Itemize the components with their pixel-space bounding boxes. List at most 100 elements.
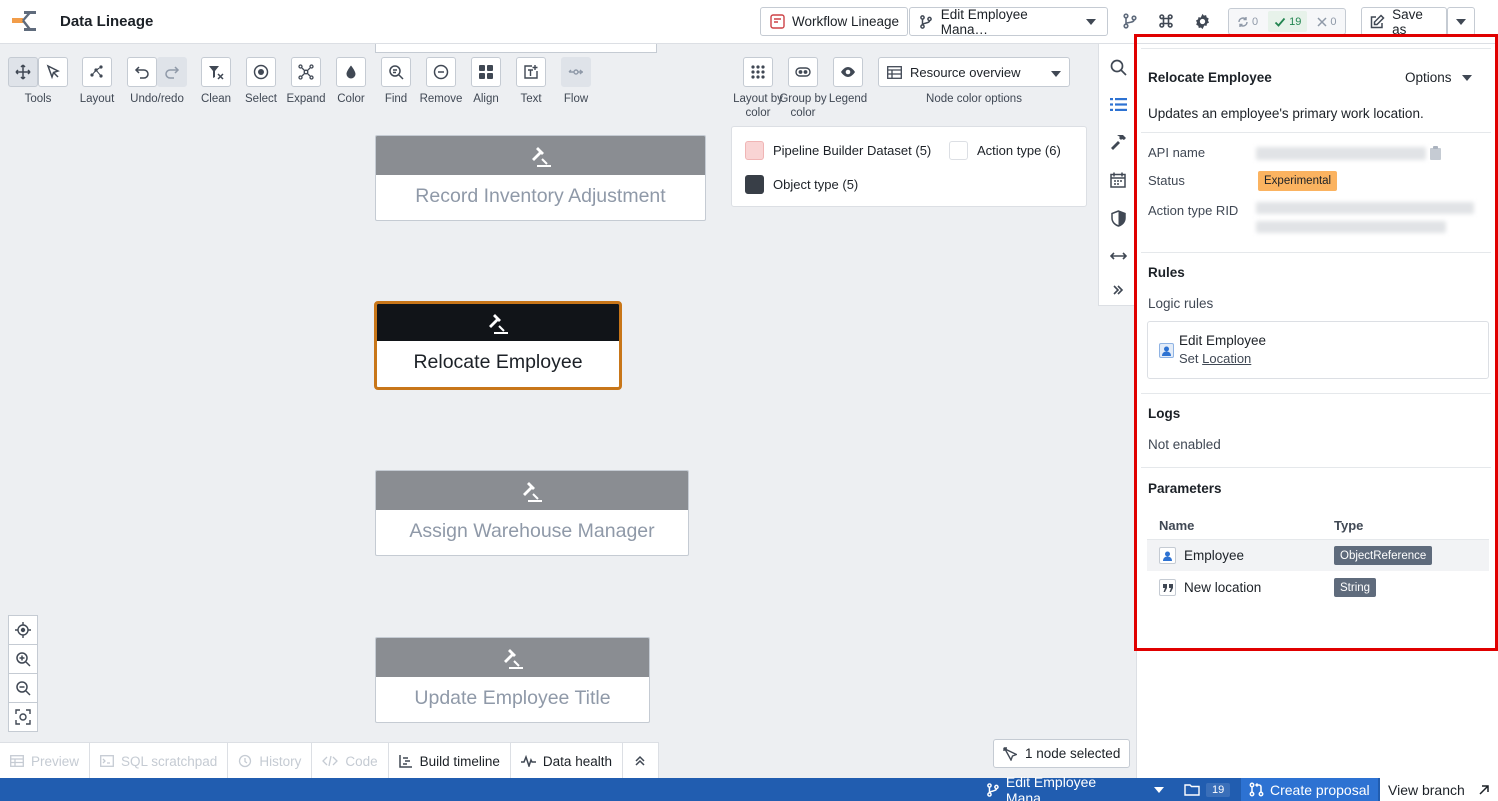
clean-button[interactable] (201, 57, 231, 87)
calendar-icon[interactable] (1107, 169, 1129, 191)
group-icon (795, 67, 811, 77)
rid-value-redacted (1256, 202, 1474, 214)
tab-history[interactable]: History (228, 743, 313, 779)
build-hammer-icon[interactable] (1107, 131, 1129, 153)
legend-item[interactable]: Action type (6) (949, 141, 1061, 160)
tab-data-health[interactable]: Data health (511, 743, 623, 779)
save-as-button[interactable]: Save as (1361, 7, 1447, 37)
panel-description: Updates an employee's primary work locat… (1148, 106, 1424, 121)
shield-icon[interactable] (1107, 207, 1129, 229)
arrows-horizontal-icon[interactable] (1107, 245, 1129, 267)
select-button[interactable] (246, 57, 276, 87)
checks-status-group[interactable]: 0 19 0 (1228, 8, 1346, 35)
select-tool-button[interactable] (38, 57, 68, 87)
layout-by-color-button[interactable] (743, 57, 773, 87)
zoom-in-icon (16, 652, 31, 667)
find-button[interactable] (381, 57, 411, 87)
divider (1141, 252, 1491, 253)
status-badge: Experimental (1258, 171, 1338, 191)
pulse-icon (520, 755, 536, 767)
tab-code[interactable]: Code (312, 743, 389, 779)
quote-string-icon (1159, 579, 1176, 596)
chevron-double-right-icon[interactable] (1107, 279, 1129, 301)
legend-item[interactable]: Object type (5) (745, 175, 858, 194)
expand-panel-button[interactable] (623, 743, 659, 779)
api-name-label: API name (1148, 145, 1206, 160)
color-button[interactable] (336, 57, 366, 87)
graph-node-relocate-employee[interactable]: Relocate Employee (374, 301, 622, 390)
find-label: Find (384, 93, 408, 105)
logic-rule-card[interactable]: Edit Employee Set Location (1147, 321, 1489, 379)
expand-label: Expand (286, 93, 326, 105)
legend-item[interactable]: Pipeline Builder Dataset (5) (745, 141, 931, 160)
resource-overview-select[interactable]: Resource overview (878, 57, 1070, 87)
caret-down-icon (1051, 65, 1061, 80)
git-branch-icon (918, 14, 934, 30)
pan-tool-button[interactable] (8, 57, 38, 87)
app-logo-icon[interactable] (10, 7, 38, 35)
expand-button[interactable] (291, 57, 321, 87)
footer-branch-select[interactable]: Edit Employee Mana… (978, 774, 1172, 801)
tab-preview[interactable]: Preview (0, 743, 91, 779)
table-row[interactable]: Employee ObjectReference (1147, 540, 1489, 571)
caret-down-icon (1083, 14, 1099, 30)
failed-status: 0 (1311, 11, 1342, 32)
table-row[interactable]: New location String (1147, 572, 1489, 603)
caret-down-icon (1154, 786, 1164, 793)
clean-label: Clean (200, 93, 232, 105)
legend-button[interactable] (833, 57, 863, 87)
console-icon (100, 755, 114, 767)
graph-node-assign-warehouse-manager[interactable]: Assign Warehouse Manager (375, 470, 689, 556)
node-header (376, 638, 649, 677)
tab-sql-scratchpad[interactable]: SQL scratchpad (90, 743, 229, 779)
save-options-dropdown[interactable] (1447, 7, 1475, 36)
recenter-button[interactable] (8, 615, 38, 645)
property-link[interactable]: Location (1202, 351, 1251, 366)
flow-button[interactable] (561, 57, 591, 87)
details-panel: Relocate Employee Options Updates an emp… (1136, 44, 1498, 778)
layout-button[interactable] (82, 57, 112, 87)
align-button[interactable] (471, 57, 501, 87)
logic-rules-label: Logic rules (1148, 296, 1214, 311)
branch-select[interactable]: Edit Employee Mana… (909, 7, 1108, 37)
selection-count[interactable]: 1 node selected (993, 739, 1131, 768)
create-proposal-button[interactable]: Create proposal (1241, 778, 1378, 801)
eye-icon (841, 67, 855, 77)
remove-button[interactable] (426, 57, 456, 87)
gavel-icon (531, 146, 551, 167)
search-icon[interactable] (1107, 56, 1129, 78)
side-icon-rail (1098, 44, 1136, 306)
zoom-out-icon (16, 681, 31, 696)
table-icon (10, 755, 24, 767)
legend-swatch (745, 141, 764, 160)
clipboard-icon[interactable] (1430, 146, 1441, 163)
zoom-in-button[interactable] (8, 644, 38, 674)
undo-button[interactable] (127, 57, 157, 87)
zoom-out-button[interactable] (8, 673, 38, 703)
bottom-tab-bar: Preview SQL scratchpad History Code Buil… (0, 742, 659, 779)
sync-icon (1238, 16, 1248, 27)
workflow-lineage-button[interactable]: Workflow Lineage (760, 7, 909, 36)
text-button[interactable] (516, 57, 546, 87)
command-icon[interactable] (1155, 10, 1177, 32)
fit-to-screen-button[interactable] (8, 702, 38, 732)
check-icon (1274, 17, 1286, 27)
tab-build-timeline[interactable]: Build timeline (389, 743, 511, 779)
top-bar: Data Lineage Workflow Lineage Edit Emplo… (0, 0, 1498, 44)
cross-icon (1317, 16, 1327, 27)
options-dropdown[interactable]: Options (1405, 70, 1472, 85)
properties-list-icon[interactable] (1107, 93, 1129, 115)
redo-button[interactable] (157, 57, 187, 87)
view-branch-button[interactable]: View branch (1380, 778, 1498, 801)
node-header (376, 471, 688, 510)
settings-gear-icon[interactable] (1191, 10, 1213, 32)
caret-down-icon (1461, 74, 1472, 81)
group-by-color-button[interactable] (788, 57, 818, 87)
node-header (377, 304, 619, 341)
merge-icon[interactable] (1119, 10, 1141, 32)
graph-node-record-inventory-adjustment[interactable]: Record Inventory Adjustment (375, 135, 706, 221)
graph-node-update-employee-title[interactable]: Update Employee Title (375, 637, 650, 723)
footer-files-button[interactable]: 19 (1176, 778, 1238, 801)
timeline-icon (398, 755, 412, 768)
droplet-icon (346, 65, 356, 79)
